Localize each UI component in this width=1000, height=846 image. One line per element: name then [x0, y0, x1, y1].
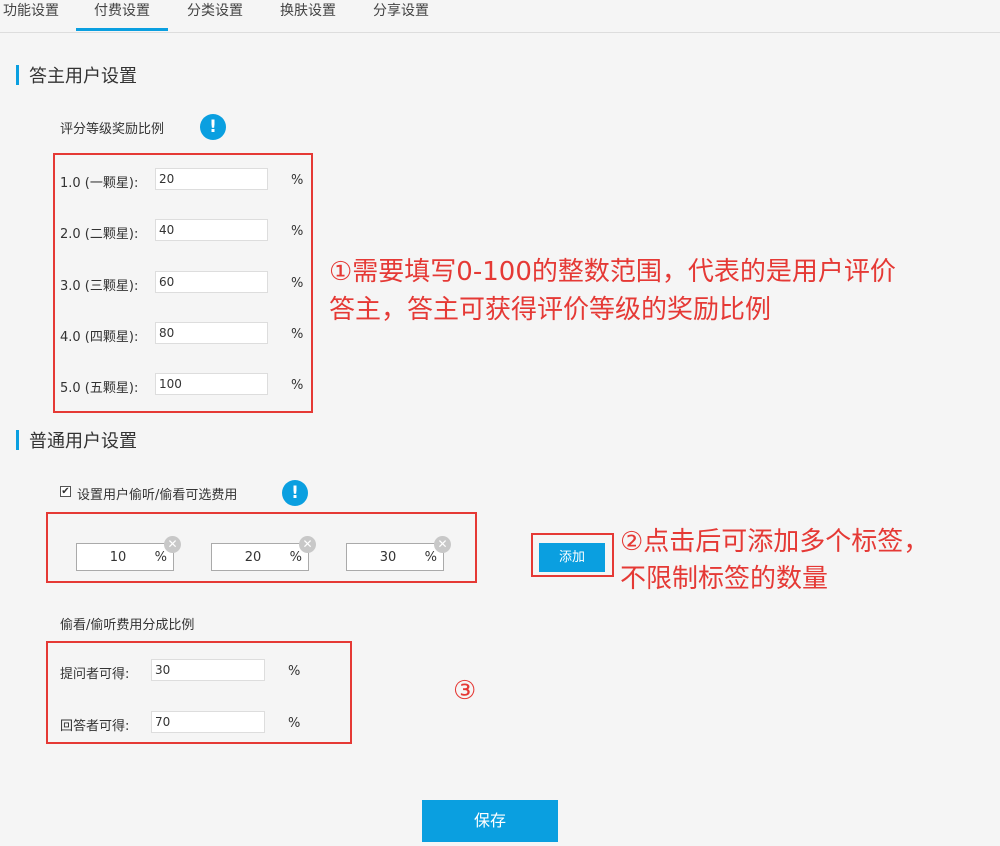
asker-share-input[interactable]: 30 [151, 659, 265, 681]
tab-share-settings[interactable]: 分享设置 [358, 0, 444, 31]
answerer-section-title: 答主用户设置 [29, 66, 137, 87]
asker-share-unit: % [288, 664, 301, 679]
fee-tag-value: 30 [379, 550, 397, 565]
fee-tag-value: 10 [109, 550, 127, 565]
annotation-note-1-line-2: 答主，答主可获得评价等级的奖励比例 [329, 295, 772, 325]
info-icon[interactable]: ! [200, 114, 226, 140]
rating-4-label: 4.0 (四颗星): [60, 330, 139, 345]
answerer-share-unit: % [288, 716, 301, 731]
rating-3-input[interactable]: 60 [155, 271, 268, 293]
section-bar [16, 65, 19, 85]
annotation-note-1-line-1: ①需要填写0-100的整数范围，代表的是用户评价 [329, 257, 896, 287]
rating-4-input[interactable]: 80 [155, 322, 268, 344]
remove-tag-icon[interactable]: ✕ [164, 536, 181, 553]
tab-skin-settings[interactable]: 换肤设置 [265, 0, 351, 31]
rating-1-input[interactable]: 20 [155, 168, 268, 190]
section-bar [16, 430, 19, 450]
asker-share-label: 提问者可得: [60, 667, 130, 682]
rating-5-label: 5.0 (五颗星): [60, 381, 139, 396]
fee-tag-unit: % [424, 550, 437, 565]
answerer-share-input[interactable]: 70 [151, 711, 265, 733]
tab-function-settings[interactable]: 功能设置 [0, 0, 62, 31]
normal-section-title: 普通用户设置 [29, 431, 137, 452]
fee-tag[interactable]: 30 % ✕ [346, 536, 451, 571]
tab-category-settings[interactable]: 分类设置 [172, 0, 258, 31]
annotation-note-3: ③ [453, 676, 477, 706]
remove-tag-icon[interactable]: ✕ [299, 536, 316, 553]
rating-1-label: 1.0 (一颗星): [60, 176, 139, 191]
rating-5-unit: % [291, 378, 304, 393]
split-ratio-title: 偷看/偷听费用分成比例 [60, 618, 195, 633]
annotation-note-2-line-1: ②点击后可添加多个标签， [620, 527, 930, 557]
save-button[interactable]: 保存 [422, 800, 558, 842]
tab-bar: 功能设置 付费设置 分类设置 换肤设置 分享设置 [0, 0, 1000, 33]
info-icon[interactable]: ! [282, 480, 308, 506]
fee-tag[interactable]: 20 % ✕ [211, 536, 316, 571]
tab-payment-settings[interactable]: 付费设置 [76, 0, 168, 31]
eavesdrop-fee-checkbox[interactable]: ✔ [60, 486, 71, 497]
remove-tag-icon[interactable]: ✕ [434, 536, 451, 553]
eavesdrop-fee-label: 设置用户偷听/偷看可选费用 [77, 488, 238, 503]
rating-1-unit: % [291, 173, 304, 188]
annotation-note-2-line-2: 不限制标签的数量 [620, 564, 829, 594]
rating-2-unit: % [291, 224, 304, 239]
rating-2-input[interactable]: 40 [155, 219, 268, 241]
fee-tag-unit: % [154, 550, 167, 565]
fee-tag-value: 20 [244, 550, 262, 565]
fee-tag-unit: % [289, 550, 302, 565]
rating-reward-title: 评分等级奖励比例 [60, 122, 165, 137]
answerer-share-label: 回答者可得: [60, 719, 130, 734]
add-tag-button[interactable]: 添加 [539, 543, 605, 572]
rating-4-unit: % [291, 327, 304, 342]
rating-5-input[interactable]: 100 [155, 373, 268, 395]
fee-tag[interactable]: 10 % ✕ [76, 536, 181, 571]
rating-3-label: 3.0 (三颗星): [60, 279, 139, 294]
rating-3-unit: % [291, 276, 304, 291]
rating-2-label: 2.0 (二颗星): [60, 227, 139, 242]
